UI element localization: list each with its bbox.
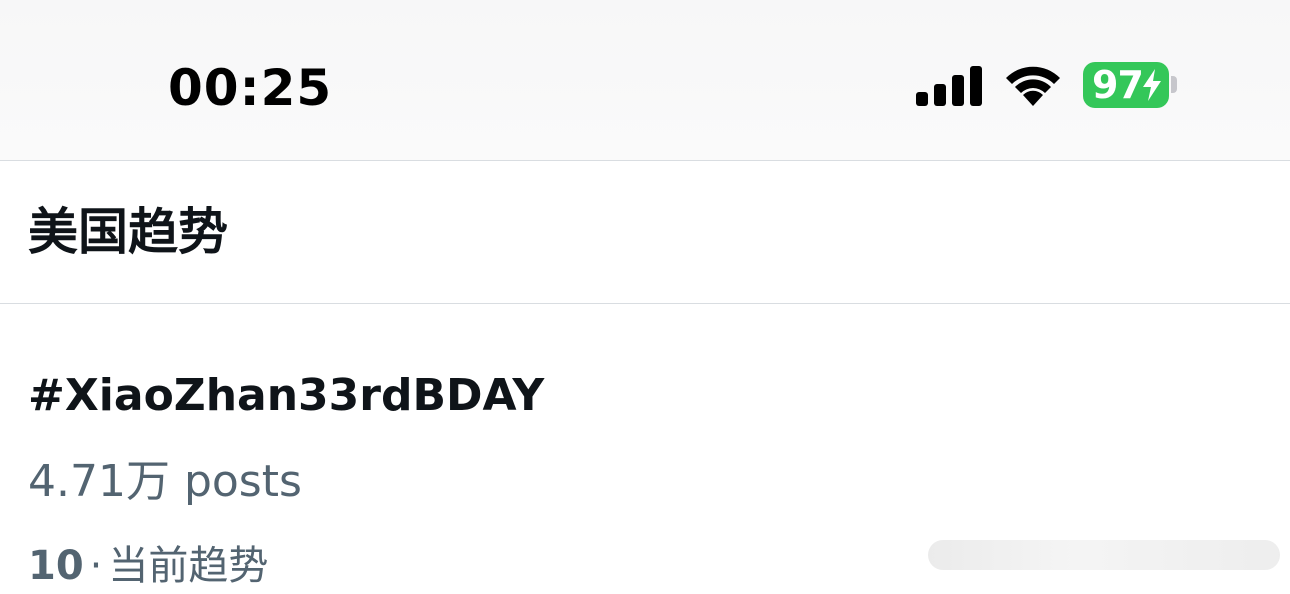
divider-top: [0, 160, 1290, 161]
trend-hashtag[interactable]: #XiaoZhan33rdBDAY: [28, 366, 544, 426]
trend-meta: 10 · 当前趋势: [28, 538, 268, 594]
signal-icon: [916, 66, 984, 106]
page-title: 美国趋势: [28, 203, 228, 261]
battery-level: 97: [1092, 63, 1144, 107]
watermark: [928, 540, 1280, 570]
trend-rank: 10: [28, 543, 84, 589]
trend-post-count: 4.71万 posts: [28, 456, 302, 507]
status-bar: 00:25 97: [0, 0, 1290, 160]
battery-cap: [1171, 76, 1177, 93]
charging-bolt-icon: [1143, 69, 1161, 101]
status-time: 00:25: [168, 59, 333, 117]
trend-separator: ·: [89, 543, 103, 589]
battery-icon: 97: [1083, 62, 1169, 108]
trend-category: 当前趋势: [108, 543, 269, 589]
wifi-icon: [1006, 66, 1060, 106]
